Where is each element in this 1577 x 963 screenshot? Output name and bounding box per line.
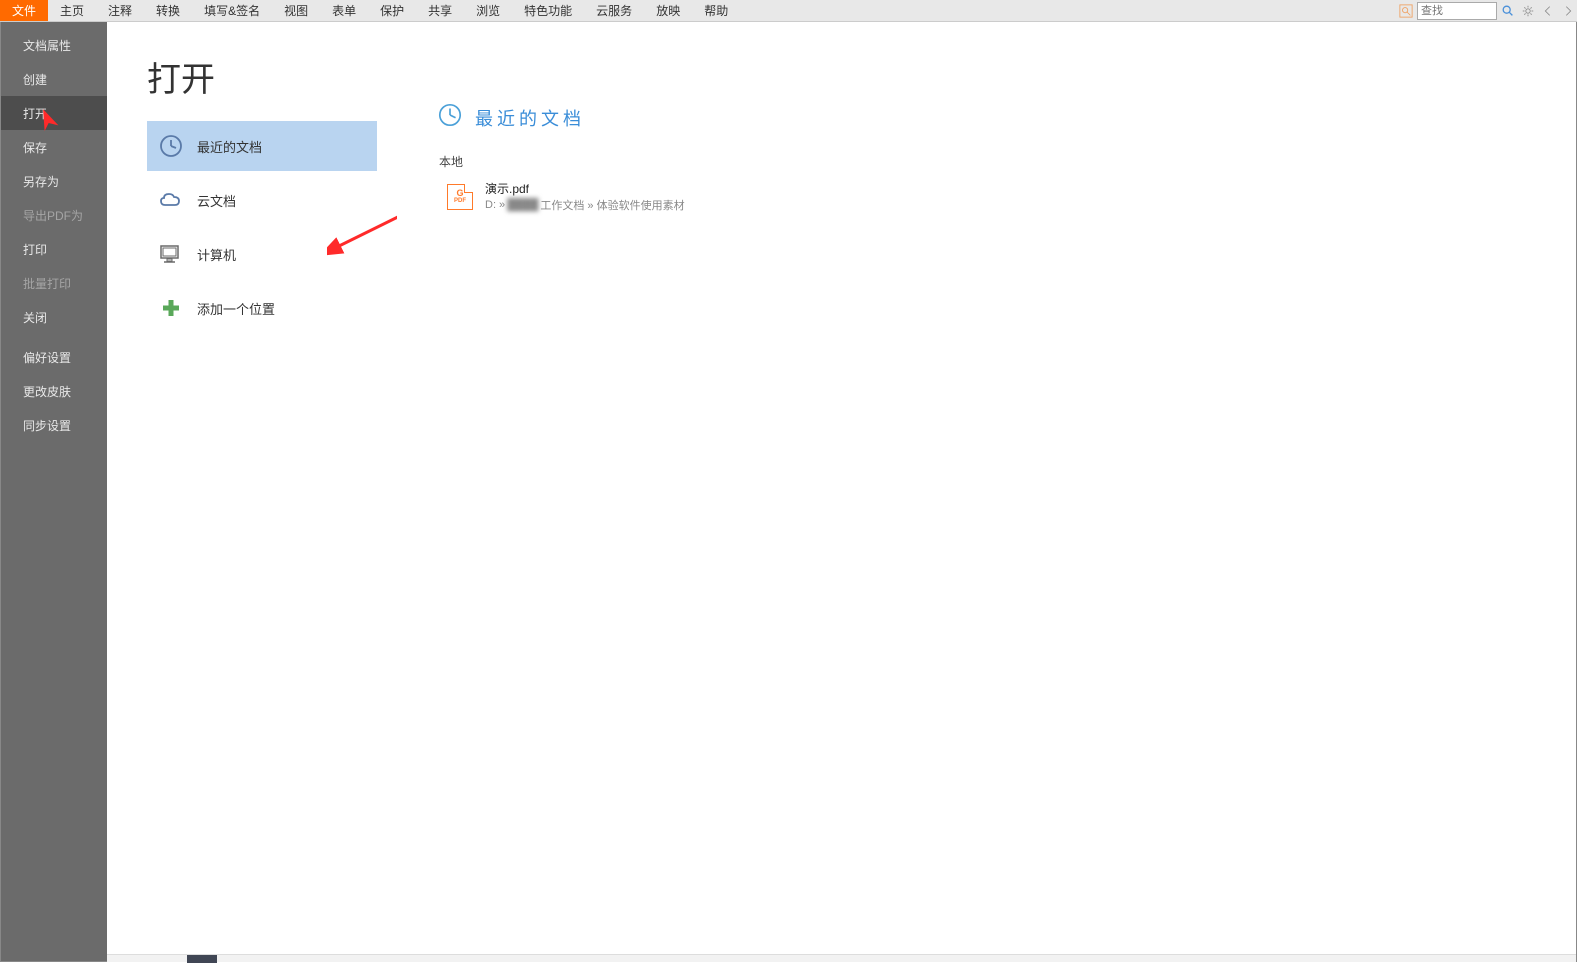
menu-tab-home[interactable]: 主页 [48, 0, 96, 21]
section-local-label: 本地 [439, 153, 1576, 170]
sidebar-item-export-pdf[interactable]: 导出PDF为 [1, 198, 107, 232]
menu-tab-share[interactable]: 共享 [416, 0, 464, 21]
highlight-search-icon[interactable] [1397, 2, 1415, 20]
option-recent-documents[interactable]: 最近的文档 [147, 121, 377, 171]
clock-icon [437, 102, 463, 133]
nav-back-icon[interactable] [1539, 2, 1557, 20]
file-path: D: » ████ 工作文档 » 体验软件使用素材 [485, 197, 685, 213]
main-area: 文档属性 创建 打开 保存 另存为 导出PDF为 打印 批量打印 关闭 偏好设置… [0, 22, 1577, 962]
sidebar-item-sync[interactable]: 同步设置 [1, 408, 107, 442]
gear-icon[interactable] [1519, 2, 1537, 20]
menu-tab-fill-sign[interactable]: 填写&签名 [192, 0, 272, 21]
content-title: 最近的文档 [475, 105, 585, 131]
plus-icon [157, 294, 185, 322]
search-input[interactable] [1417, 2, 1497, 20]
menu-tab-form[interactable]: 表单 [320, 0, 368, 21]
nav-forward-icon[interactable] [1559, 2, 1577, 20]
computer-icon [157, 240, 185, 268]
menu-tab-play[interactable]: 放映 [644, 0, 692, 21]
sidebar-item-save-as[interactable]: 另存为 [1, 164, 107, 198]
search-icon[interactable] [1499, 2, 1517, 20]
menu-tab-convert[interactable]: 转换 [144, 0, 192, 21]
sidebar-item-save[interactable]: 保存 [1, 130, 107, 164]
menu-tab-cloud[interactable]: 云服务 [584, 0, 644, 21]
recent-file-item[interactable]: G PDF 演示.pdf D: » ████ 工作文档 » 体验软件使用素材 [443, 178, 1576, 215]
option-label: 云文档 [197, 191, 236, 210]
menu-bar: 文件 主页 注释 转换 填写&签名 视图 表单 保护 共享 浏览 特色功能 云服… [0, 0, 1577, 22]
option-computer[interactable]: 计算机 [147, 229, 377, 279]
menu-right-tools [1397, 0, 1577, 22]
sidebar-item-batch-print[interactable]: 批量打印 [1, 266, 107, 300]
sidebar-item-preferences[interactable]: 偏好设置 [1, 340, 107, 374]
option-label: 计算机 [197, 245, 236, 264]
menu-tab-view[interactable]: 视图 [272, 0, 320, 21]
menu-tab-file[interactable]: 文件 [0, 0, 48, 21]
pdf-file-icon: G PDF [447, 184, 473, 210]
sidebar-item-properties[interactable]: 文档属性 [1, 28, 107, 62]
menu-tab-browse[interactable]: 浏览 [464, 0, 512, 21]
sidebar-item-close[interactable]: 关闭 [1, 300, 107, 334]
content-area: 最近的文档 本地 G PDF 演示.pdf D: » ████ 工作文档 » 体… [397, 22, 1576, 961]
option-label: 添加一个位置 [197, 299, 275, 318]
sidebar-item-open[interactable]: 打开 [1, 96, 107, 130]
cloud-icon [157, 186, 185, 214]
menu-tab-features[interactable]: 特色功能 [512, 0, 584, 21]
clock-icon [157, 132, 185, 160]
menu-tab-protect[interactable]: 保护 [368, 0, 416, 21]
sidebar-item-create[interactable]: 创建 [1, 62, 107, 96]
file-sidebar: 文档属性 创建 打开 保存 另存为 导出PDF为 打印 批量打印 关闭 偏好设置… [1, 22, 107, 961]
file-name: 演示.pdf [485, 180, 685, 197]
option-cloud-documents[interactable]: 云文档 [147, 175, 377, 225]
menu-tab-annotate[interactable]: 注释 [96, 0, 144, 21]
option-add-location[interactable]: 添加一个位置 [147, 283, 377, 333]
menu-tab-help[interactable]: 帮助 [692, 0, 740, 21]
status-bar [107, 954, 1576, 962]
open-locations-panel: 打开 最近的文档 云文档 计算机 添加一个位 [107, 22, 397, 961]
panel-title: 打开 [147, 52, 377, 101]
option-label: 最近的文档 [197, 137, 262, 156]
file-text: 演示.pdf D: » ████ 工作文档 » 体验软件使用素材 [485, 180, 685, 213]
sidebar-item-print[interactable]: 打印 [1, 232, 107, 266]
content-header: 最近的文档 [437, 102, 1576, 133]
sidebar-item-skin[interactable]: 更改皮肤 [1, 374, 107, 408]
